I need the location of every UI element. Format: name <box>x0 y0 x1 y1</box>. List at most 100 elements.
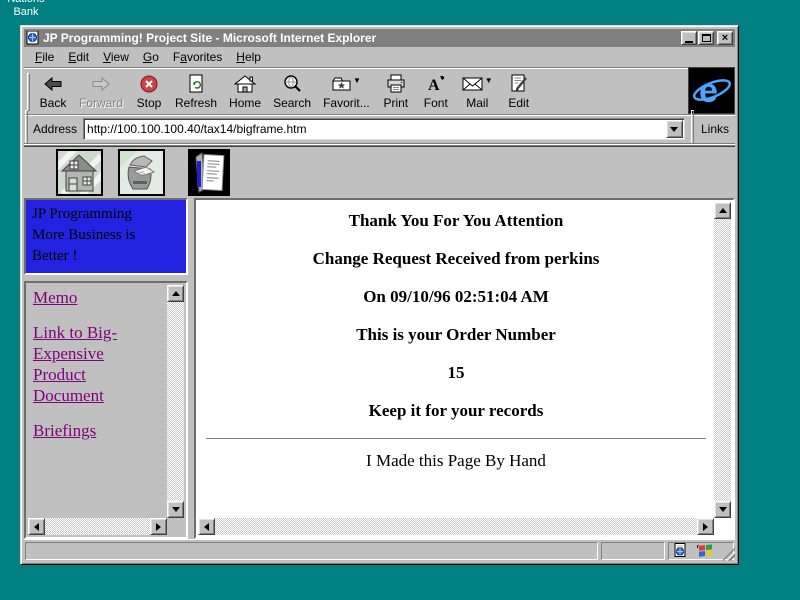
chevron-down-icon <box>670 127 678 132</box>
main-vertical-scrollbar[interactable] <box>714 202 731 518</box>
sidebar-banner-frame: JP Programming More Business is Better ! <box>24 198 188 275</box>
resize-grip[interactable] <box>722 548 735 561</box>
close-icon: × <box>722 33 728 43</box>
print-button[interactable]: Print <box>376 71 416 113</box>
house-link-image[interactable] <box>56 149 103 196</box>
menu-bar: File Edit View Go Favorites Help <box>24 48 735 66</box>
home-icon <box>234 74 256 95</box>
chevron-down-icon: ▼ <box>485 76 493 85</box>
search-icon <box>282 74 302 95</box>
shortcut-frame <box>24 145 735 198</box>
search-button[interactable]: Search <box>267 71 317 113</box>
chevron-down-icon: ▼ <box>353 76 361 85</box>
forward-button[interactable]: Forward <box>73 71 129 113</box>
scroll-up-button[interactable] <box>714 202 731 219</box>
mail-button[interactable]: ▼ Mail <box>456 71 499 113</box>
arrow-left-icon <box>204 523 209 531</box>
minimize-icon <box>685 41 693 43</box>
maximize-button[interactable] <box>698 31 714 45</box>
forward-arrow-icon <box>90 74 112 95</box>
browser-window: JP Programming! Project Site - Microsoft… <box>20 25 739 565</box>
main-document: Thank You For You Attention Change Reque… <box>198 202 714 518</box>
banner-line: Better ! <box>32 246 180 267</box>
arrow-up-icon <box>719 208 727 213</box>
edit-icon <box>509 74 529 95</box>
minimize-button[interactable] <box>681 31 697 45</box>
window-title: JP Programming! Project Site - Microsoft… <box>43 31 680 45</box>
sidebar-links: Memo Link to Big-Expensive Product Docum… <box>28 285 167 518</box>
main-document-frame: Thank You For You Attention Change Reque… <box>194 198 735 539</box>
menu-help[interactable]: Help <box>229 48 268 66</box>
address-field <box>83 118 685 140</box>
sidebar-horizontal-scrollbar[interactable] <box>28 518 167 535</box>
briefings-link[interactable]: Briefings <box>33 421 96 440</box>
sidebar-links-frame: Memo Link to Big-Expensive Product Docum… <box>24 281 188 539</box>
change-request-line: Change Request Received from perkins <box>198 248 714 269</box>
windows-flag-icon <box>697 543 713 558</box>
arrow-up-icon <box>172 291 180 296</box>
arrow-right-icon <box>703 523 708 531</box>
maximize-icon <box>702 34 711 42</box>
address-label: Address <box>33 122 77 136</box>
status-message-panel <box>25 542 598 560</box>
scroll-right-button[interactable] <box>697 518 714 535</box>
svg-text:A: A <box>428 77 440 94</box>
scroll-left-button[interactable] <box>28 518 45 535</box>
address-input[interactable] <box>84 122 666 136</box>
scroll-down-button[interactable] <box>714 501 731 518</box>
menu-go[interactable]: Go <box>136 48 166 66</box>
font-icon: A <box>426 74 446 95</box>
frameset: JP Programming More Business is Better !… <box>24 198 735 539</box>
font-button[interactable]: A Font <box>416 71 456 113</box>
fax-machine-link-image[interactable] <box>118 149 165 196</box>
scrollbar-track[interactable] <box>167 302 184 501</box>
big-expensive-product-document-link[interactable]: Link to Big-Expensive Product Document <box>33 323 117 405</box>
scrollbar-track[interactable] <box>215 518 697 535</box>
ie-document-icon <box>26 31 40 45</box>
main-horizontal-scrollbar[interactable] <box>198 518 714 535</box>
back-button[interactable]: Back <box>33 71 73 113</box>
refresh-button[interactable]: Refresh <box>169 71 223 113</box>
banner-line: JP Programming <box>32 204 180 225</box>
arrow-right-icon <box>156 523 161 531</box>
back-arrow-icon <box>42 74 64 95</box>
printer-icon <box>385 74 407 95</box>
menu-file[interactable]: File <box>28 48 61 66</box>
links-label[interactable]: Links <box>701 122 729 136</box>
timestamp-line: On 09/10/96 02:51:04 AM <box>198 286 714 307</box>
titlebar[interactable]: JP Programming! Project Site - Microsoft… <box>24 29 735 47</box>
arrow-down-icon <box>719 507 727 512</box>
desktop-icon-label[interactable]: Nations Bank <box>0 0 52 19</box>
scroll-down-button[interactable] <box>167 501 184 518</box>
arrow-down-icon <box>172 507 180 512</box>
stop-button[interactable]: Stop <box>129 71 169 113</box>
scrollbar-track[interactable] <box>45 518 150 535</box>
menu-edit[interactable]: Edit <box>61 48 96 66</box>
home-button[interactable]: Home <box>223 71 267 113</box>
memo-link[interactable]: Memo <box>33 288 77 307</box>
close-button[interactable]: × <box>717 31 733 45</box>
favorites-folder-icon: ▼ <box>332 74 361 95</box>
menu-favorites[interactable]: Favorites <box>166 48 229 66</box>
favorites-button[interactable]: ▼ Favorit... <box>317 71 376 113</box>
menu-view[interactable]: View <box>96 48 136 66</box>
toolbar: Back Forward Stop Refresh Home Sear <box>24 69 684 114</box>
status-icon-panel <box>668 542 734 560</box>
page-zone-icon <box>674 543 687 558</box>
stop-icon <box>139 74 159 95</box>
arrow-left-icon <box>34 523 39 531</box>
scroll-up-button[interactable] <box>167 285 184 302</box>
order-number-value: 15 <box>198 362 714 383</box>
toolbar-grab-handle[interactable] <box>27 73 30 111</box>
refresh-icon <box>186 74 206 95</box>
banner-line: More Business is <box>32 225 180 246</box>
scroll-left-button[interactable] <box>198 518 215 535</box>
address-bar: Address Links <box>24 116 735 142</box>
scrollbar-track[interactable] <box>714 219 731 501</box>
edit-button[interactable]: Edit <box>499 71 539 113</box>
address-dropdown-button[interactable] <box>666 120 683 138</box>
thank-you-line: Thank You For You Attention <box>198 210 714 231</box>
sidebar-vertical-scrollbar[interactable] <box>167 285 184 518</box>
scroll-right-button[interactable] <box>150 518 167 535</box>
notepad-link-image[interactable] <box>188 149 230 196</box>
